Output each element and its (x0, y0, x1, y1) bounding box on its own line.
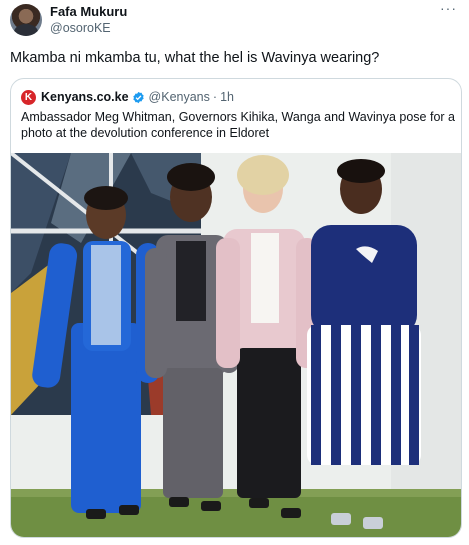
separator-dot: · (212, 90, 218, 104)
quoted-tweet-text: Ambassador Meg Whitman, Governors Kihika… (21, 110, 455, 140)
author-name[interactable]: Fafa Mukuru (50, 4, 127, 19)
avatar-shoulders (14, 24, 38, 36)
author-avatar[interactable] (10, 4, 42, 36)
quoted-tweet-header: K Kenyans.co.ke @Kenyans · 1h (21, 89, 234, 105)
quoted-timestamp[interactable]: 1h (220, 90, 234, 104)
author-handle[interactable]: @osoroKE (50, 21, 111, 35)
quoted-photo[interactable] (11, 153, 461, 537)
photo-illustration (11, 153, 461, 537)
tweet: Fafa Mukuru @osoroKE ··· Mkamba ni mkamb… (0, 0, 469, 545)
kenyans-logo-icon: K (21, 89, 36, 105)
tweet-text: Mkamba ni mkamba tu, what the hel is Wav… (10, 50, 380, 66)
more-icon[interactable]: ··· (440, 0, 457, 16)
verified-badge-icon (132, 91, 144, 103)
quoted-tweet[interactable]: K Kenyans.co.ke @Kenyans · 1h Ambassador… (10, 78, 462, 538)
quoted-source-handle[interactable]: @Kenyans (149, 90, 210, 104)
quoted-source-name[interactable]: Kenyans.co.ke (41, 90, 129, 104)
